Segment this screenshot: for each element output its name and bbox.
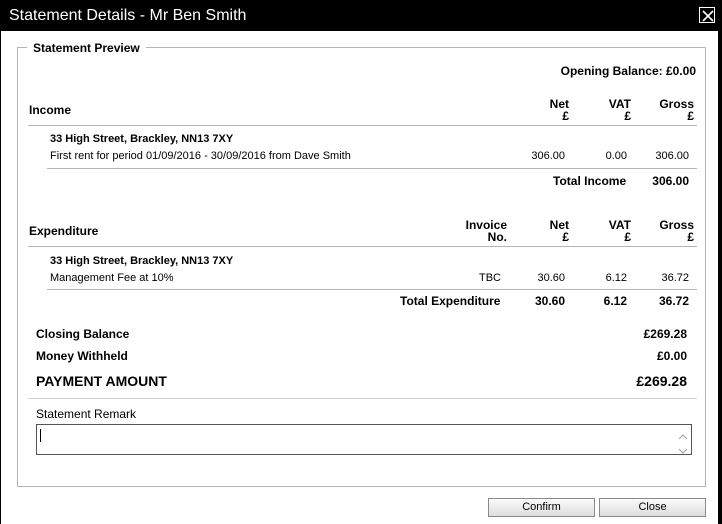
income-items-divider — [47, 168, 697, 169]
close-button[interactable]: Close — [599, 498, 706, 517]
chevron-down-icon[interactable] — [678, 442, 688, 454]
closing-balance-value: £269.28 — [643, 327, 687, 341]
income-col-gross-currency: £ — [687, 109, 694, 123]
total-expenditure-label: Total Expenditure — [400, 294, 501, 308]
expenditure-col-net-currency: £ — [562, 230, 569, 244]
total-income-label: Total Income — [553, 174, 627, 188]
chevron-up-icon[interactable] — [678, 428, 688, 440]
income-col-vat-currency: £ — [624, 109, 631, 123]
dialog-content: Statement Preview Opening Balance: £0.00… — [1, 31, 718, 524]
close-x-icon[interactable] — [699, 7, 715, 23]
income-col-net-currency: £ — [562, 109, 569, 123]
confirm-button[interactable]: Confirm — [488, 498, 595, 517]
statement-remark-input[interactable] — [36, 424, 692, 455]
expenditure-item-vat: 6.12 — [605, 272, 627, 284]
money-withheld-value: £0.00 — [656, 349, 687, 363]
text-caret — [40, 429, 41, 442]
income-item-description: First rent for period 01/09/2016 - 30/09… — [50, 150, 351, 162]
title-bar: Statement Details - Mr Ben Smith — [0, 0, 722, 31]
expenditure-property: 33 High Street, Brackley, NN13 7XY — [50, 255, 234, 267]
income-item-vat: 0.00 — [605, 150, 627, 162]
money-withheld-label: Money Withheld — [36, 349, 128, 363]
summary-divider — [28, 398, 697, 399]
closing-balance-label: Closing Balance — [36, 327, 130, 341]
payment-amount-value: £269.28 — [636, 373, 687, 389]
expenditure-title: Expenditure — [29, 224, 99, 238]
income-item-net: 306.00 — [531, 150, 565, 162]
opening-balance: Opening Balance: £0.00 — [560, 64, 696, 78]
expenditure-item-net: 30.60 — [537, 272, 565, 284]
expenditure-col-gross-currency: £ — [687, 230, 694, 244]
income-header-divider — [28, 125, 697, 126]
payment-amount-label: PAYMENT AMOUNT — [36, 373, 167, 389]
total-expenditure-gross: 36.72 — [658, 294, 689, 308]
total-expenditure-net: 30.60 — [534, 294, 565, 308]
expenditure-item-invoice: TBC — [479, 272, 501, 284]
expenditure-header-divider — [28, 246, 697, 247]
income-item-gross: 306.00 — [655, 150, 689, 162]
statement-preview-legend: Statement Preview — [27, 41, 146, 55]
income-property: 33 High Street, Brackley, NN13 7XY — [50, 133, 234, 145]
expenditure-items-divider — [47, 289, 697, 290]
expenditure-col-vat-currency: £ — [624, 230, 631, 244]
expenditure-item-description: Management Fee at 10% — [50, 272, 174, 284]
statement-details-dialog: Statement Details - Mr Ben Smith Stateme… — [0, 0, 722, 524]
expenditure-col-invoice-no: No. — [487, 230, 507, 244]
income-title: Income — [29, 103, 72, 117]
total-expenditure-vat: 6.12 — [603, 294, 627, 308]
expenditure-item-gross: 36.72 — [661, 272, 689, 284]
statement-remark-label: Statement Remark — [36, 407, 137, 421]
total-income-value: 306.00 — [652, 174, 689, 188]
window-title: Statement Details - Mr Ben Smith — [9, 7, 247, 24]
